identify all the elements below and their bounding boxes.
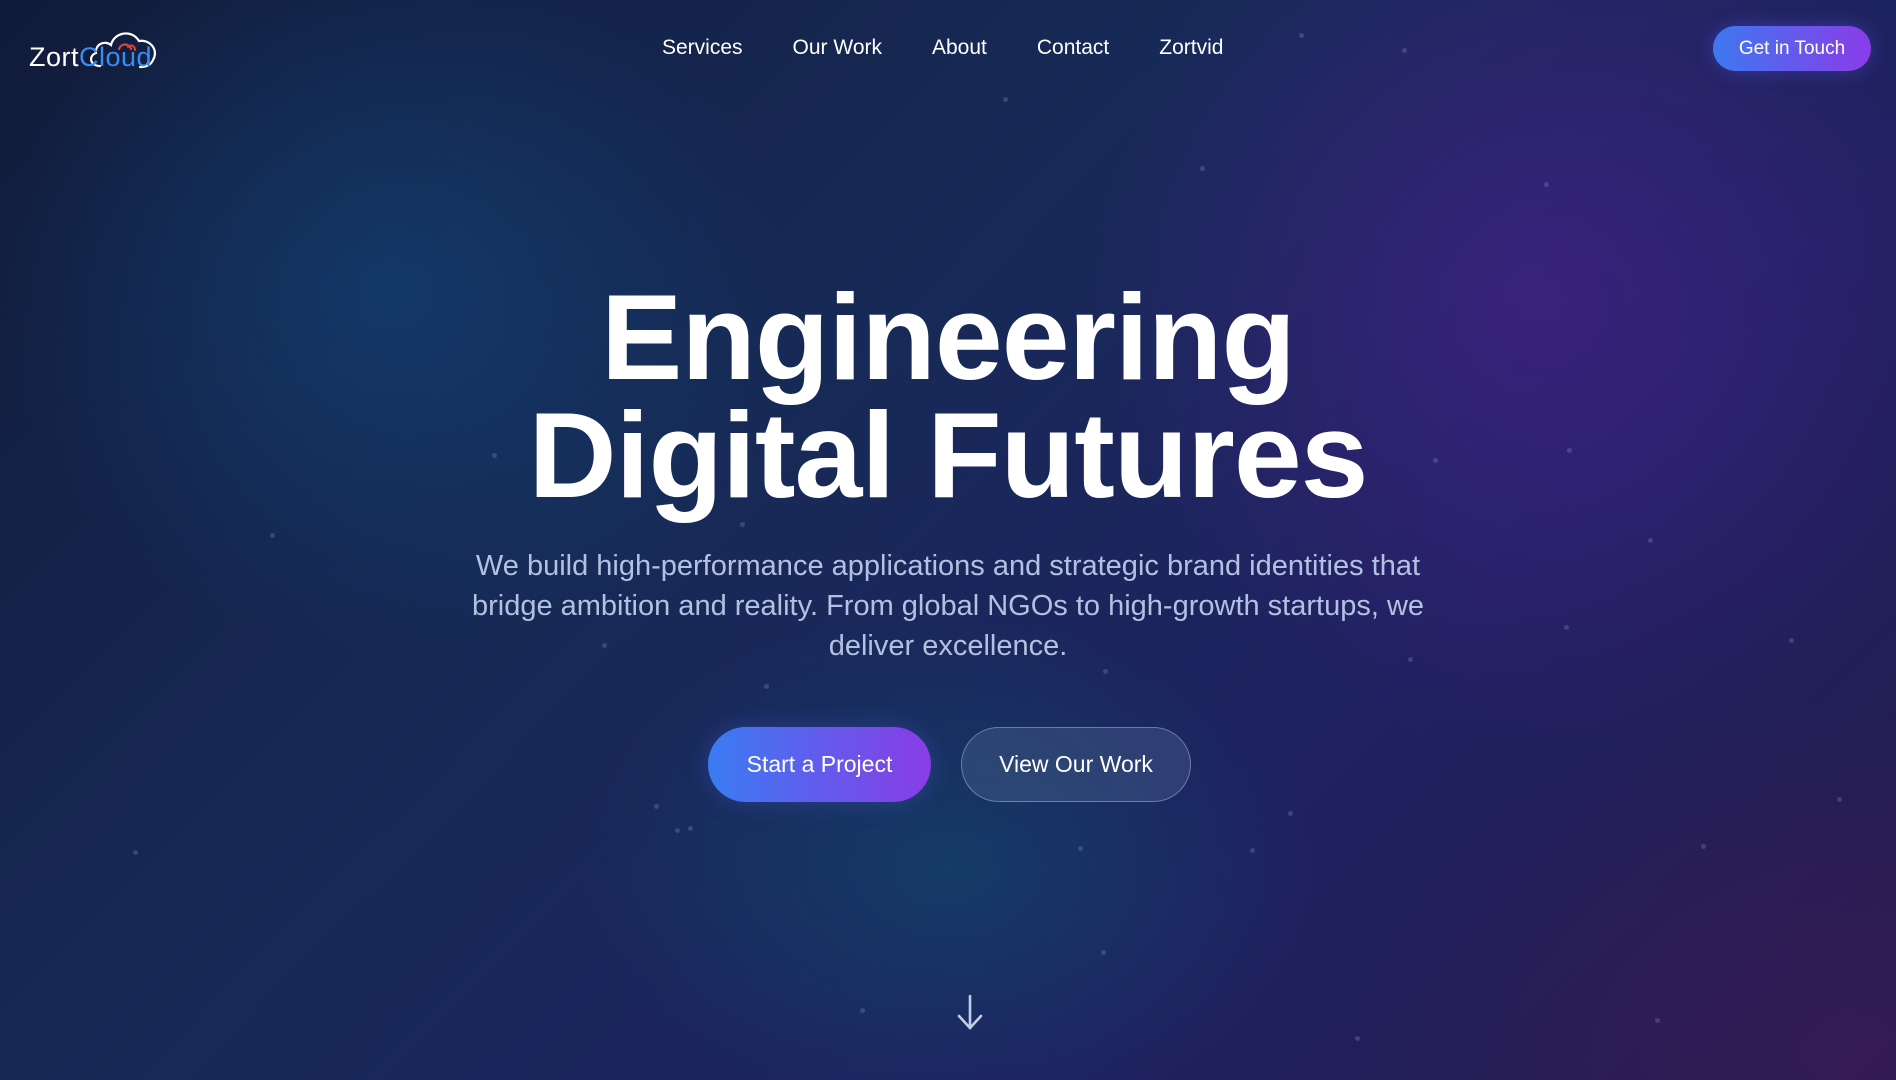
view-our-work-button[interactable]: View Our Work <box>961 727 1191 802</box>
background-particles <box>0 0 1896 1080</box>
logo-text-zort: Zort <box>29 42 80 72</box>
start-project-button[interactable]: Start a Project <box>708 727 931 802</box>
logo[interactable]: ZortCloud <box>28 22 158 76</box>
nav-item-services[interactable]: Services <box>662 36 743 60</box>
hero-subtitle: We build high-performance applications a… <box>471 550 1425 662</box>
get-in-touch-button[interactable]: Get in Touch <box>1713 26 1871 71</box>
hero-title-line2: Digital Futures <box>528 387 1368 523</box>
hero-title: Engineering Digital Futures <box>0 269 1896 523</box>
arrow-down-icon[interactable] <box>955 994 985 1037</box>
logo-text: ZortCloud <box>29 42 152 73</box>
nav-item-contact[interactable]: Contact <box>1037 36 1109 60</box>
nav-item-zortvid[interactable]: Zortvid <box>1159 36 1223 60</box>
main-nav: Services Our Work About Contact Zortvid <box>662 36 1223 60</box>
nav-item-about[interactable]: About <box>932 36 987 60</box>
hero-title-line1: Engineering <box>601 269 1296 405</box>
nav-item-our-work[interactable]: Our Work <box>793 36 882 60</box>
logo-text-cloud: Cloud <box>79 42 153 72</box>
